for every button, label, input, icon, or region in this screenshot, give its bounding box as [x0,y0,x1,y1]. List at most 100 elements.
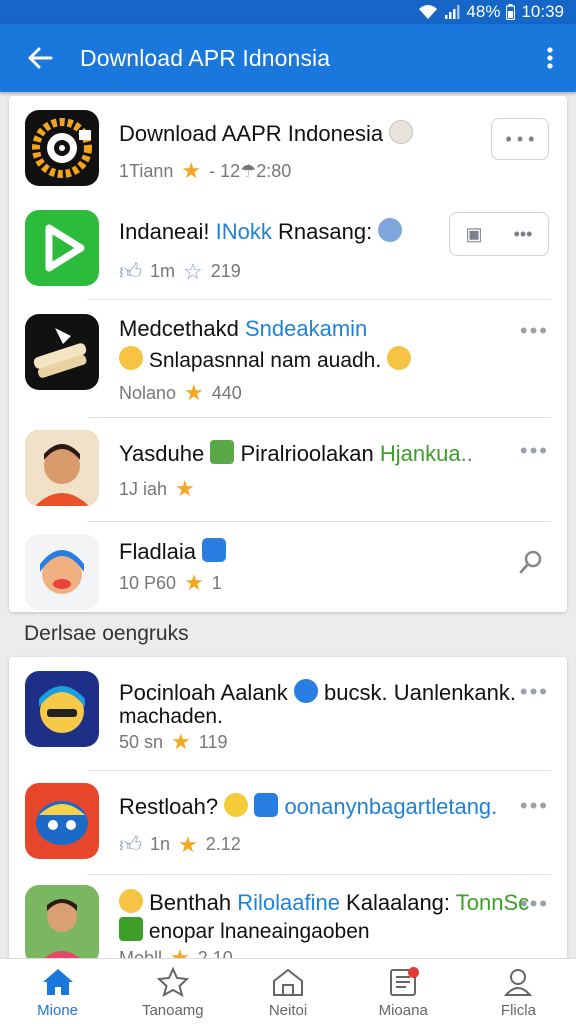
meta-right: 440 [211,382,242,403]
home-icon [41,965,75,999]
nav-label: Neitoi [268,1001,308,1019]
bottom-navigation: Mione Tanoamg Neitoi Mioana Flicla [0,958,576,1024]
meta-right: 219 [210,261,241,281]
nav-profile[interactable]: Flicla [461,959,576,1024]
list-item[interactable]: Benthah Rilolaafine Kalaalang: TonnSc en… [9,875,567,960]
meta-right: 2.12 [205,834,241,854]
list-item[interactable]: Download AAPR Indonesia 1Tiann ★ - 12☂2:… [9,96,567,200]
more-options-icon[interactable]: ••• [520,318,549,344]
meta-left: 1n [150,834,171,854]
more-options-icon[interactable]: ••• [520,793,549,819]
nav-home[interactable]: Mione [0,959,115,1024]
status-bar: 48% 10:39 [0,0,576,24]
emoji-face-icon [387,346,412,370]
nav-favorites[interactable]: Tanoamg [115,959,230,1024]
dots-icon[interactable]: ••• [514,224,533,245]
star-icon: ★ [184,380,204,405]
app-name-text: Medcethakd [119,316,245,341]
star-icon: ★ [175,476,195,501]
app-name: Download AAPR Indonesia [119,120,414,147]
nav-store[interactable]: Neitoi [230,959,345,1024]
star-icon: ★ [184,570,204,595]
list-item[interactable]: Medcethakd Sndeakamin Snlapasnnal nam au… [9,300,567,418]
meta-right: 119 [198,731,228,752]
book-icon [210,440,235,464]
notification-badge [407,967,419,978]
badge-icon [254,793,279,817]
app-name-text: Benthah [149,890,238,915]
app-name-accent: INokk [209,219,272,244]
app-name-suffix: Piralrioolakan [240,441,380,466]
list-item[interactable]: Pocinloah Aalank bucsk. Uanlenkank. mach… [9,657,567,771]
app-name-suffix: Rnasang: [271,219,373,244]
badge-icon [202,538,227,562]
emoji-face-icon [119,889,143,913]
action-button[interactable]: • • • [491,118,549,160]
list-item[interactable]: Indaneai! INokk Rnasang: 👍︎ 1m ☆ 219 ▣ •… [9,200,567,300]
back-button[interactable] [0,24,80,92]
scroll-logo-icon [25,314,99,390]
cartoon-avatar [25,534,99,610]
meta-left: 50 sn [119,731,164,752]
thumb-up-icon: 👍︎ [119,259,142,284]
nav-messages[interactable]: Mioana [346,959,461,1024]
app-name-highlight: TonnSc [455,890,530,915]
info-badge-icon [293,679,318,703]
app-name: Restloah? oonanynbagartletang. [119,793,497,820]
list-item[interactable]: Yasduhe Piralrioolakan Hjankua.. 1J iah … [9,418,567,522]
avatar [25,430,99,506]
app-name: Pocinloah Aalank bucsk. Uanlenkank. [119,679,516,706]
app-name: Benthah Rilolaafine Kalaalang: TonnSc [119,889,529,916]
list-item[interactable]: Restloah? oonanynbagartletang. 👍︎ 1n ★ 2… [9,771,567,875]
emoji-face-icon [389,120,414,144]
app-bar: Download APR Idnonsia [0,24,576,92]
app-name-text: Fladlaia [119,539,197,564]
thumb-up-icon: 👍︎ [119,832,142,857]
app-subtitle: enopar lnaneaingaoben [119,917,370,944]
avatar [25,885,99,960]
app-name: Medcethakd Sndeakamin [119,316,367,342]
back-arrow-icon [28,47,53,69]
nav-label: Flicla [500,1001,536,1019]
signal-icon [444,4,460,20]
overflow-menu-button[interactable] [524,24,576,92]
star-icon: ★ [171,729,191,754]
app-subtitle: machaden. [119,705,223,728]
search-icon[interactable] [517,548,545,581]
more-options-icon[interactable]: ••• [520,438,549,464]
app-name-text: Yasduhe [119,441,211,466]
action-button-group[interactable]: ▣ ••• [449,212,549,256]
app-logo-icon [25,110,99,186]
app-name-suffix: Kalaalang: [339,890,456,915]
more-options-icon[interactable]: ••• [520,891,549,917]
app-name-accent: oonanynbagartletang. [284,794,498,819]
app-meta: 1J iah ★ [119,476,195,502]
emoji-badge-icon [378,218,403,242]
meta-right: - 12☂2:80 [209,160,292,181]
dots-icon: • • • [505,128,535,149]
app-name-text: Restloah? [119,794,225,819]
app-meta: 👍︎ 1m ☆ 219 [119,258,241,285]
nav-label: Mioana [378,1001,428,1019]
wifi-icon [418,4,438,20]
sparkle-icon [224,793,249,817]
app-list-card: Pocinloah Aalank bucsk. Uanlenkank. mach… [9,657,567,960]
meta-left: 1J iah [119,478,168,499]
meta-left: 1m [150,261,176,281]
game-avatar-icon [25,671,99,747]
app-name-highlight: Hjankua.. [379,441,473,466]
app-name-text: Indaneai! [119,219,210,244]
profile-card-icon[interactable]: ▣ [466,224,483,245]
app-meta: 👍︎ 1n ★ 2.12 [119,831,241,858]
star-outline-icon [156,965,190,999]
app-name-accent: Sndeakamin [244,316,368,341]
app-meta: 10 P60 ★ 1 [119,570,222,596]
meta-left: 10 P60 [119,572,177,593]
star-icon: ★ [178,831,198,857]
star-outline-icon: ☆ [183,258,203,284]
list-item[interactable]: Fladlaia 10 P60 ★ 1 [9,522,567,612]
app-name-accent: Rilolaafine [237,890,340,915]
person-icon [501,965,535,999]
app-name: Indaneai! INokk Rnasang: [119,218,403,245]
more-options-icon[interactable]: ••• [520,679,549,705]
